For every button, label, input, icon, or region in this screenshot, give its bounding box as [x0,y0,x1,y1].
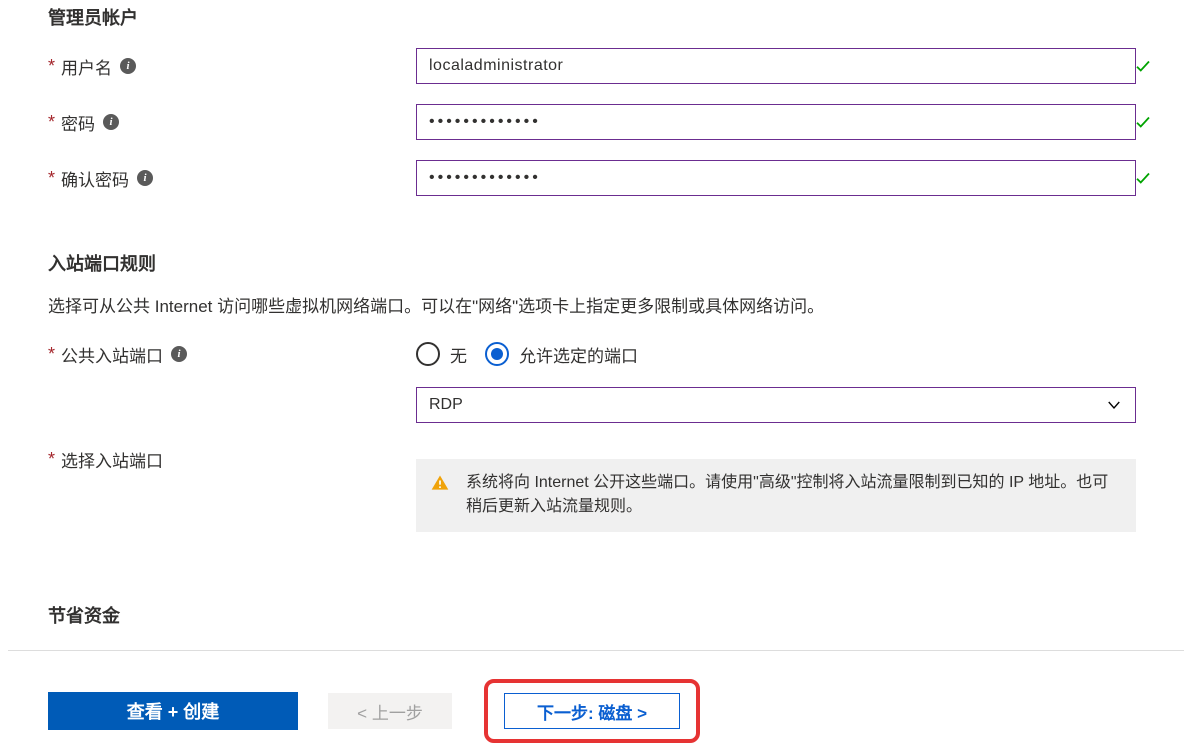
radio-allow-selected[interactable]: 允许选定的端口 [485,342,638,367]
select-ports-row: * 选择入站端口 RDP 系统将向 Internet 公开这些端口。请使用"高 [48,387,1164,533]
radio-none[interactable]: 无 [416,342,467,367]
radio-circle-icon [485,342,509,366]
username-row: * 用户名 i [48,48,1164,84]
required-mark: * [48,345,55,363]
confirm-password-row: * 确认密码 i [48,160,1164,196]
select-ports-label: 选择入站端口 [61,447,163,472]
required-mark: * [48,57,55,75]
radio-circle-icon [416,342,440,366]
confirm-password-input[interactable] [416,160,1136,196]
info-icon[interactable]: i [120,58,136,74]
warning-banner: 系统将向 Internet 公开这些端口。请使用"高级"控制将入站流量限制到已知… [416,459,1136,533]
next-button-highlight: 下一步: 磁盘 > [484,679,700,743]
radio-none-label: 无 [450,342,467,367]
inbound-section-title: 入站端口规则 [48,250,1164,276]
save-money-title: 节省资金 [48,602,1164,628]
required-mark: * [48,450,55,468]
footer-bar: 查看 + 创建 < 上一步 下一步: 磁盘 > [48,651,1164,743]
info-icon[interactable]: i [137,170,153,186]
password-label: 密码 [61,110,95,135]
username-input[interactable] [416,48,1136,84]
username-label: 用户名 [61,54,112,79]
info-icon[interactable]: i [171,346,187,362]
checkmark-icon [1134,57,1152,75]
select-inbound-ports[interactable]: RDP [416,387,1136,423]
previous-button[interactable]: < 上一步 [328,693,452,729]
next-disks-button[interactable]: 下一步: 磁盘 > [504,693,680,729]
checkmark-icon [1134,169,1152,187]
chevron-down-icon [1105,396,1123,414]
required-mark: * [48,113,55,131]
required-mark: * [48,169,55,187]
password-row: * 密码 i [48,104,1164,140]
public-ports-label: 公共入站端口 [61,342,163,367]
admin-section-title: 管理员帐户 [48,4,1164,30]
radio-allow-label: 允许选定的端口 [519,342,638,367]
password-input[interactable] [416,104,1136,140]
public-ports-row: * 公共入站端口 i 无 允许选定的端口 [48,342,1164,367]
select-value: RDP [429,396,463,414]
confirm-password-label: 确认密码 [61,166,129,191]
info-icon[interactable]: i [103,114,119,130]
warning-text: 系统将向 Internet 公开这些端口。请使用"高级"控制将入站流量限制到已知… [466,471,1122,521]
warning-icon [430,473,450,493]
review-create-button[interactable]: 查看 + 创建 [48,692,298,730]
checkmark-icon [1134,113,1152,131]
inbound-section-desc: 选择可从公共 Internet 访问哪些虚拟机网络端口。可以在"网络"选项卡上指… [48,294,1164,320]
